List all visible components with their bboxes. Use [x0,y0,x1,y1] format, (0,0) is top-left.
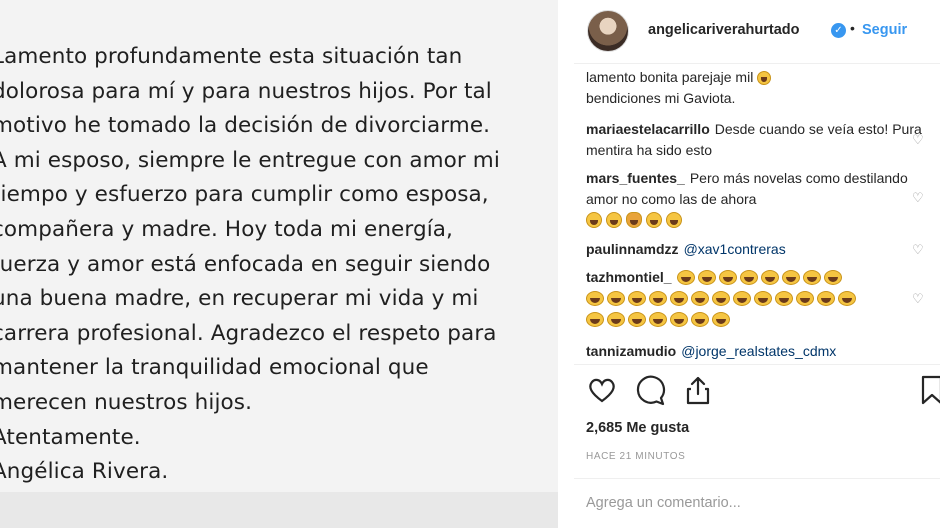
laughing-emoji-icon [586,212,602,228]
comment-input[interactable] [586,495,926,511]
letter-line: tiempo y esfuerzo para cumplir como espo… [0,182,489,208]
comment-item: mariaestelacarrillo Desde cuando se veía … [586,119,926,161]
letter-line: motivo he tomado la decisión de divorcia… [0,113,491,139]
laughing-emoji-icon [697,270,716,285]
emoji-icon [757,71,772,85]
laughing-emoji-icon [628,312,646,327]
post-header: angelicariverahurtado ✓ • Seguir [558,0,940,62]
action-bar [586,374,940,408]
letter-line: A mi esposo, siempre le entregue con amo… [0,147,500,173]
letter-line: carrera profesional. Agradezco el respet… [0,320,497,346]
username[interactable]: angelicariverahurtado [648,22,800,38]
letter-line: Atentamente. [0,424,141,450]
heart-icon[interactable] [586,374,618,406]
laughing-emoji-icon [718,270,737,285]
laughing-emoji-icon [666,212,682,228]
laughing-emoji-icon [838,291,856,306]
follow-button[interactable]: Seguir [862,22,907,38]
comment-item: tazhmontiel_ [586,267,926,330]
letter-line: dolorosa para mí y para nuestros hijos. … [0,78,492,104]
letter-line: una buena madre, en recuperar mi vida y … [0,286,479,312]
comment-item: paulinnamdzz @xav1contreras [586,239,926,260]
comments-list[interactable]: lamento bonita parejaje mil bendiciones … [586,64,940,364]
laughing-emoji-icon [670,312,688,327]
comment-icon[interactable] [634,374,666,406]
comment-item: tannizamudio @jorge_realstates_cdmx [586,341,926,362]
laughing-emoji-icon [712,291,730,306]
laughing-emoji-icon [607,312,625,327]
laughing-emoji-icon [586,291,604,306]
laughing-emoji-icon [817,291,835,306]
laughing-emoji-icon [754,291,772,306]
letter-text: Lamento profundamente esta situación tan… [0,40,558,490]
verified-icon: ✓ [831,23,846,38]
separator-dot: • [850,20,855,36]
laughing-emoji-icon [802,270,821,285]
laughing-emoji-icon [606,212,622,228]
laughing-emoji-icon [760,270,779,285]
laughing-emoji-icon [691,291,709,306]
heart-icon[interactable]: ♡ [912,191,924,204]
laughing-emoji-icon [586,312,604,327]
laughing-emoji-icon [691,312,709,327]
avatar[interactable] [587,10,629,52]
laughing-emoji-icon [712,312,730,327]
share-icon[interactable] [682,374,714,406]
comment-username[interactable]: tannizamudio [586,343,676,359]
heart-icon[interactable]: ♡ [912,133,924,146]
comment-item: lamento bonita parejaje mil bendiciones … [586,67,926,109]
laughing-emoji-icon [646,212,662,228]
post-sidebar: angelicariverahurtado ✓ • Seguir lamento… [558,0,940,528]
letter-line: mantener la tranquilidad emocional que [0,355,429,381]
heart-icon[interactable]: ♡ [912,243,924,256]
laughing-emoji-icon [796,291,814,306]
laughing-emoji-icon [607,291,625,306]
comment-mention[interactable]: @xav1contreras [684,241,786,257]
divider [574,478,940,479]
laughing-emoji-icon [670,291,688,306]
letter-line: merecen nuestros hijos. [0,389,253,415]
divider [574,364,940,365]
laughing-emoji-icon [628,291,646,306]
comment-mention[interactable]: @jorge_realstates_cdmx [681,343,836,359]
comment-text: bendiciones mi Gaviota. [586,90,736,106]
laughing-emoji-icon [649,312,667,327]
letter-line: compañera y madre. Hoy toda mi energía, [0,216,453,242]
clapping-emoji-icon [626,212,642,228]
likes-count[interactable]: 2,685 Me gusta [586,420,689,436]
laughing-emoji-icon [676,270,695,285]
comment-item: mars_fuentes_ Pero más novelas como desti… [586,168,926,231]
laughing-emoji-icon [739,270,758,285]
comment-username[interactable]: mars_fuentes_ [586,170,685,186]
heart-icon[interactable]: ♡ [912,292,924,305]
comment-username[interactable]: paulinnamdzz [586,241,679,257]
laughing-emoji-icon [733,291,751,306]
letter-line: Lamento profundamente esta situación tan [0,44,463,69]
comment-text: lamento bonita parejaje mil [586,69,775,85]
post-image: Lamento profundamente esta situación tan… [0,0,558,528]
bookmark-icon[interactable] [920,374,940,406]
laughing-emoji-icon [781,270,800,285]
comment-username[interactable]: mariaestelacarrillo [586,121,710,137]
letter-line: fuerza y amor está enfocada en seguir si… [0,251,491,277]
post-timestamp: HACE 21 MINUTOS [586,451,686,462]
laughing-emoji-icon [823,270,842,285]
laughing-emoji-icon [775,291,793,306]
comment-username[interactable]: tazhmontiel_ [586,269,672,285]
letter-line: Angélica Rivera. [0,459,169,485]
image-bottom-band [0,492,558,528]
laughing-emoji-icon [649,291,667,306]
